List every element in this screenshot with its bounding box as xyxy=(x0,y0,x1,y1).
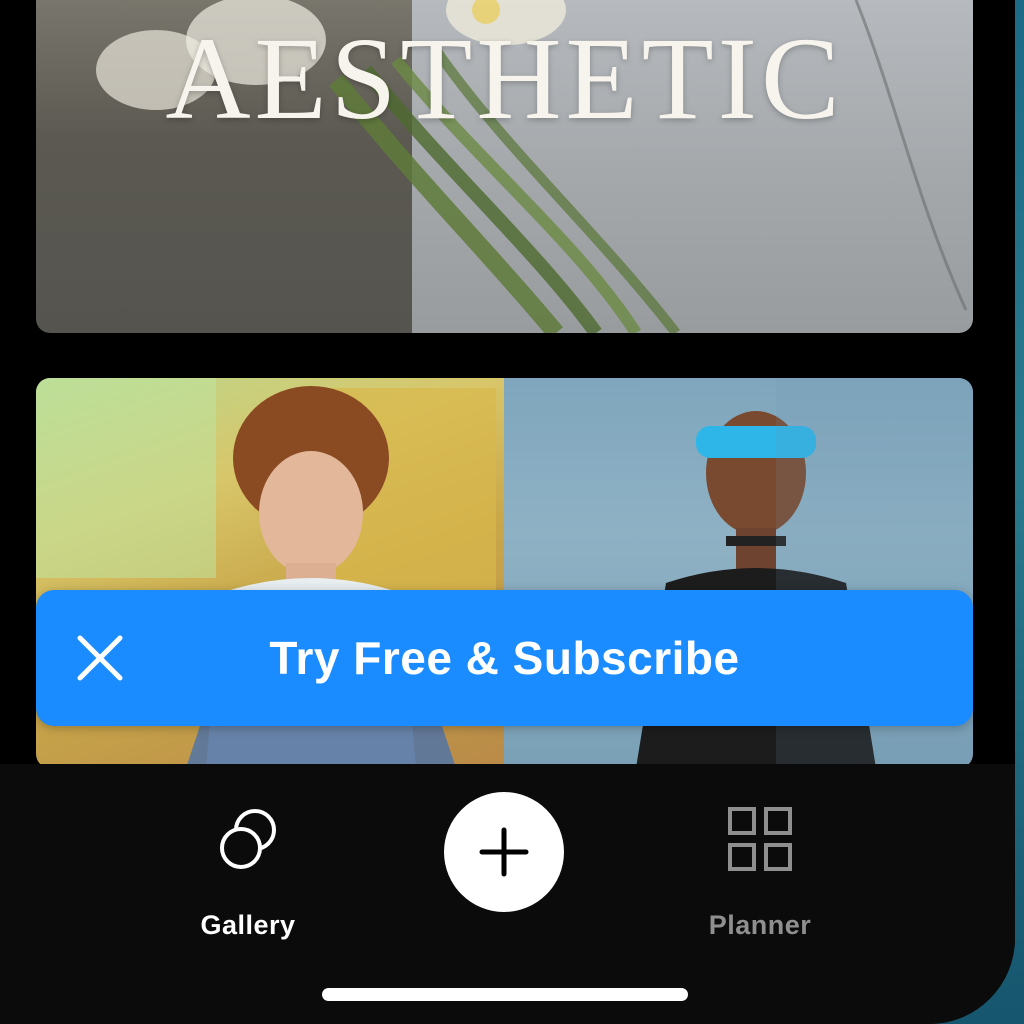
overlapping-circles-icon xyxy=(220,809,276,869)
template-card-aesthetic[interactable]: AESTHETIC xyxy=(36,0,973,333)
tab-gallery[interactable]: Gallery xyxy=(158,804,338,941)
grid-icon xyxy=(728,807,792,871)
tab-planner[interactable]: Planner xyxy=(670,804,850,941)
home-indicator[interactable] xyxy=(322,988,688,1001)
app-screen: AESTHETIC Try Free & Subscribe Gallery P… xyxy=(0,0,1015,1024)
add-button[interactable] xyxy=(444,792,564,912)
subscribe-banner[interactable]: Try Free & Subscribe xyxy=(36,590,973,726)
tab-planner-label: Planner xyxy=(708,910,812,940)
close-button[interactable] xyxy=(70,628,130,688)
bottom-tab-bar: Gallery Planner xyxy=(0,764,1015,1024)
template-title: AESTHETIC xyxy=(165,13,844,144)
tab-gallery-label: Gallery xyxy=(200,910,296,940)
plus-icon xyxy=(479,827,529,877)
close-icon xyxy=(77,635,123,681)
subscribe-button-label[interactable]: Try Free & Subscribe xyxy=(156,590,937,726)
